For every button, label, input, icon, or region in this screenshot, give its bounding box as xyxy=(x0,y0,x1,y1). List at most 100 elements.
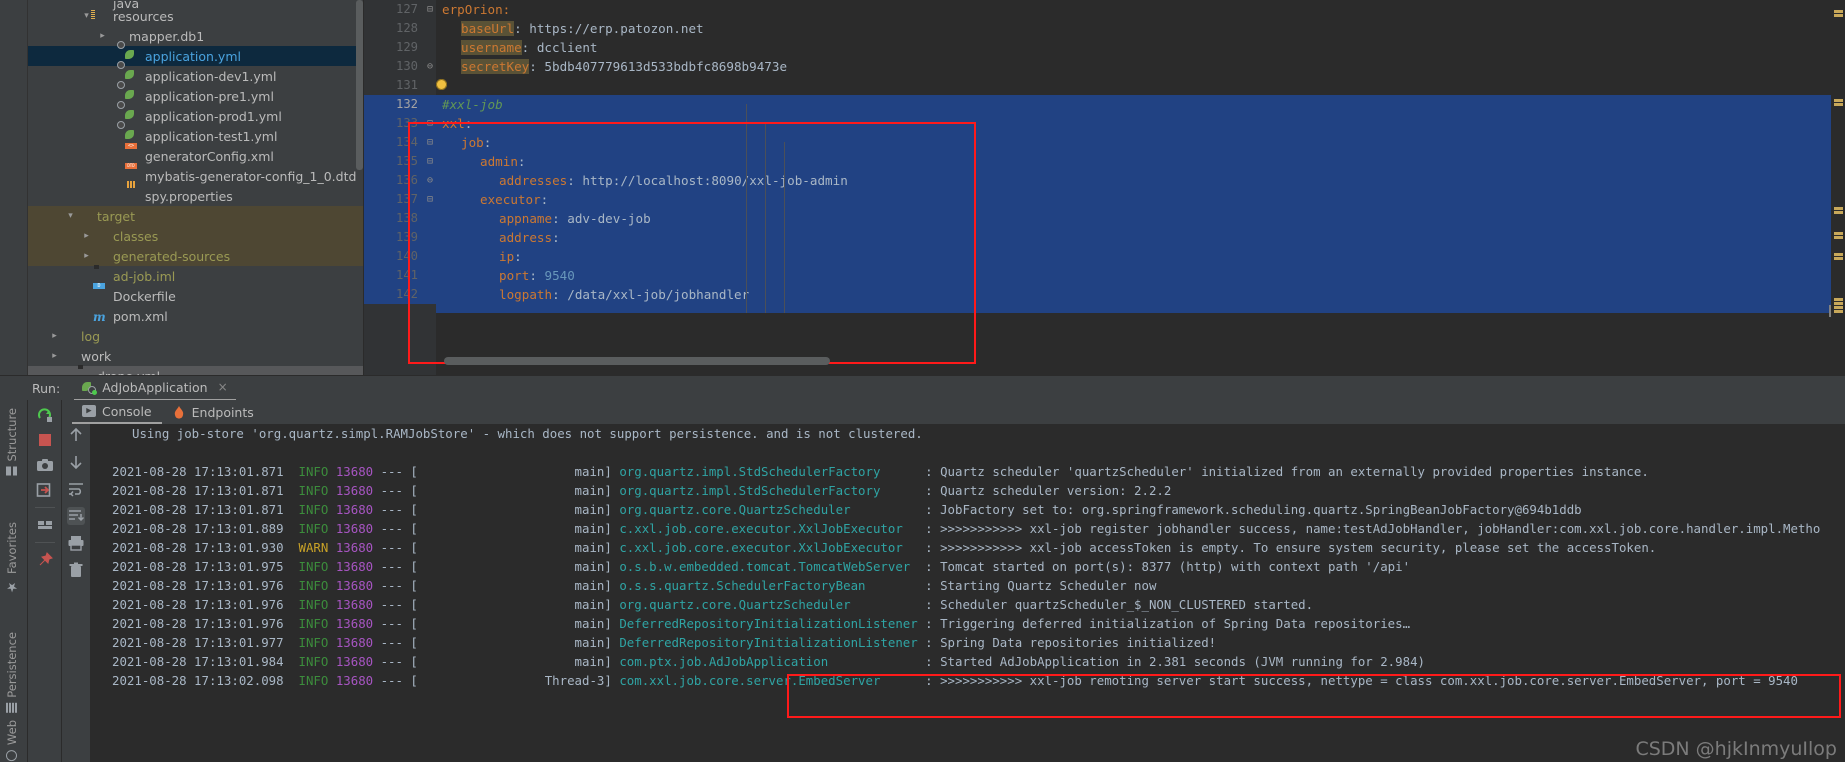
code-line-text: port: 9540 xyxy=(499,268,575,283)
editor-horizontal-scrollbar[interactable] xyxy=(444,357,830,365)
camera-icon[interactable] xyxy=(36,456,54,474)
tree-item-mybatis-generator-config-1-0-dtd[interactable]: mybatis-generator-config_1_0.dtd xyxy=(28,166,363,186)
fold-end-icon[interactable]: ⊖ xyxy=(424,57,436,76)
chevron-right-icon[interactable]: ▸ xyxy=(48,351,61,361)
tree-item-mapper-db1[interactable]: ▸ mapper.db1 xyxy=(28,26,363,46)
code-line[interactable]: 133 ⊟ xxl: xyxy=(364,114,1845,133)
code-line[interactable]: 134 ⊟ job: xyxy=(364,133,1845,152)
fold-collapse-icon[interactable]: ⊟ xyxy=(424,114,436,133)
fold-collapse-icon[interactable]: ⊟ xyxy=(424,0,436,19)
project-tree-scrollbar[interactable] xyxy=(356,0,363,170)
soft-wrap-icon[interactable] xyxy=(67,480,85,498)
code-line[interactable]: 142 logpath: /data/xxl-job/jobhandler xyxy=(364,285,1845,304)
tree-item-resources[interactable]: ▾ resources xyxy=(28,6,363,26)
tree-item-pom-xml[interactable]: m pom.xml xyxy=(28,306,363,326)
code-line[interactable]: 128 baseUrl: https://erp.patozon.net xyxy=(364,19,1845,38)
tool-window-label: Web xyxy=(5,720,19,746)
editor-mark-gutter[interactable] xyxy=(1831,0,1845,375)
code-line[interactable]: 140 ip: xyxy=(364,247,1845,266)
tree-item-application-dev1-yml[interactable]: application-dev1.yml xyxy=(28,61,363,86)
code-line-text: address: xyxy=(499,230,560,245)
code-line[interactable]: 131 xyxy=(364,76,1845,95)
arrow-down-icon[interactable] xyxy=(67,453,85,471)
iml-file-icon xyxy=(93,269,109,283)
log-level: INFO xyxy=(298,578,329,593)
code-editor[interactable]: 127 ⊟ erpOrion: 128 baseUrl: https://erp.pat… xyxy=(364,0,1845,375)
log-pid: 13680 xyxy=(335,521,374,536)
arrow-up-icon[interactable] xyxy=(67,426,85,444)
docker-file-icon xyxy=(93,289,109,303)
tab-console[interactable]: ▶ Console xyxy=(72,400,162,424)
code-line[interactable]: 127 ⊟ erpOrion: xyxy=(364,0,1845,19)
code-line[interactable]: 141 port: 9540 xyxy=(364,266,1845,285)
tab-endpoints[interactable]: Endpoints xyxy=(162,400,264,424)
trash-icon[interactable] xyxy=(67,561,85,579)
tree-item-target[interactable]: ▾ target xyxy=(28,206,363,226)
line-number: 141 xyxy=(395,268,418,282)
code-line[interactable]: 135 ⊟ admin: xyxy=(364,152,1845,171)
line-number: 127 xyxy=(395,2,418,16)
tool-window-favorites[interactable]: ★ Favorites xyxy=(5,522,20,594)
code-line[interactable]: 132 #xxl-job xyxy=(364,95,1845,114)
tree-item-application-test1-yml[interactable]: application-test1.yml xyxy=(28,121,363,146)
tree-item-log[interactable]: ▸ log xyxy=(28,326,363,346)
tree-item-dockerfile[interactable]: Dockerfile xyxy=(28,286,363,306)
tree-item-generatorconfig-xml[interactable]: generatorConfig.xml xyxy=(28,146,363,166)
thread-dump-icon[interactable] xyxy=(36,481,54,499)
tool-window-persistence[interactable]: Persistence xyxy=(5,632,19,713)
tree-item-application-pre1-yml[interactable]: application-pre1.yml xyxy=(28,81,363,106)
tool-window-structure[interactable]: Structure xyxy=(5,408,19,476)
rerun-icon[interactable] xyxy=(36,406,54,424)
code-line[interactable]: 129 username: dcclient xyxy=(364,38,1845,57)
code-line-text: secretKey: 5bdb407779613d533bdbfc8698b94… xyxy=(461,59,788,74)
tool-window-web[interactable]: Web xyxy=(5,720,19,762)
close-icon[interactable]: × xyxy=(218,380,228,394)
code-line[interactable]: 138 appname: adv-dev-job xyxy=(364,209,1845,228)
code-line[interactable]: 137 ⊟ executor: xyxy=(364,190,1845,209)
tree-item-work[interactable]: ▸ work xyxy=(28,346,363,366)
chevron-right-icon[interactable]: ▸ xyxy=(96,31,109,41)
tree-item-application-prod1-yml[interactable]: application-prod1.yml xyxy=(28,101,363,126)
chevron-down-icon[interactable]: ▾ xyxy=(64,211,77,221)
scroll-end-icon[interactable] xyxy=(67,507,85,525)
intention-bulb-icon[interactable] xyxy=(436,79,447,90)
log-logger: org.quartz.impl.StdSchedulerFactory xyxy=(619,464,918,479)
code-line[interactable]: 139 address: xyxy=(364,228,1845,247)
layout-icon[interactable] xyxy=(36,516,54,534)
project-tool-window[interactable]: java ▾ resources ▸ mapper.db1 application.yml… xyxy=(28,0,364,375)
pin-icon[interactable] xyxy=(36,551,54,569)
code-line[interactable]: 130 ⊖ secretKey: 5bdb407779613d533bdbfc869… xyxy=(364,57,1845,76)
log-logger: org.quartz.impl.StdSchedulerFactory xyxy=(619,483,918,498)
tree-item-ad-job-iml[interactable]: ad-job.iml xyxy=(28,266,363,286)
tree-item-application-yml[interactable]: application.yml xyxy=(28,41,363,66)
fold-collapse-icon[interactable]: ⊟ xyxy=(424,152,436,171)
log-level: INFO xyxy=(298,673,329,688)
fold-end-icon[interactable]: ⊖ xyxy=(424,171,436,190)
spring-yml-icon xyxy=(117,41,141,63)
tree-item-drone-yml[interactable]: drone.yml xyxy=(28,366,363,375)
tool-window-label: Favorites xyxy=(5,522,19,574)
chevron-right-icon[interactable]: ▸ xyxy=(80,251,93,261)
console-line: 2021-08-28 17:13:01.871 INFO 13680 --- [… xyxy=(112,464,1649,479)
tree-item-generated-sources[interactable]: ▸ generated-sources xyxy=(28,246,363,266)
code-line[interactable]: 136 ⊖ addresses: http://localhost:8090/xxl… xyxy=(364,171,1845,190)
chevron-right-icon[interactable]: ▸ xyxy=(48,331,61,341)
console-output[interactable]: Using job-store 'org.quartz.simpl.RAMJob… xyxy=(90,424,1845,762)
fold-collapse-icon[interactable]: ⊟ xyxy=(424,133,436,152)
fold-collapse-icon[interactable]: ⊟ xyxy=(424,190,436,209)
log-pid: 13680 xyxy=(335,559,374,574)
chevron-right-icon[interactable]: ▸ xyxy=(80,231,93,241)
gutter-mark xyxy=(1834,207,1843,210)
log-level: INFO xyxy=(298,521,329,536)
stop-icon[interactable] xyxy=(36,431,54,449)
log-pid: 13680 xyxy=(335,635,374,650)
run-configuration-tab[interactable]: AdJobApplication × xyxy=(74,376,236,401)
code-line-text: username: dcclient xyxy=(461,40,598,55)
line-number: 135 xyxy=(395,154,418,168)
tree-item-classes[interactable]: ▸ classes xyxy=(28,226,363,246)
tree-item-spy-properties[interactable]: spy.properties xyxy=(28,186,363,206)
log-pid: 13680 xyxy=(335,464,374,479)
log-pid: 13680 xyxy=(335,673,374,688)
left-tool-strip-top xyxy=(0,0,28,375)
print-icon[interactable] xyxy=(67,534,85,552)
